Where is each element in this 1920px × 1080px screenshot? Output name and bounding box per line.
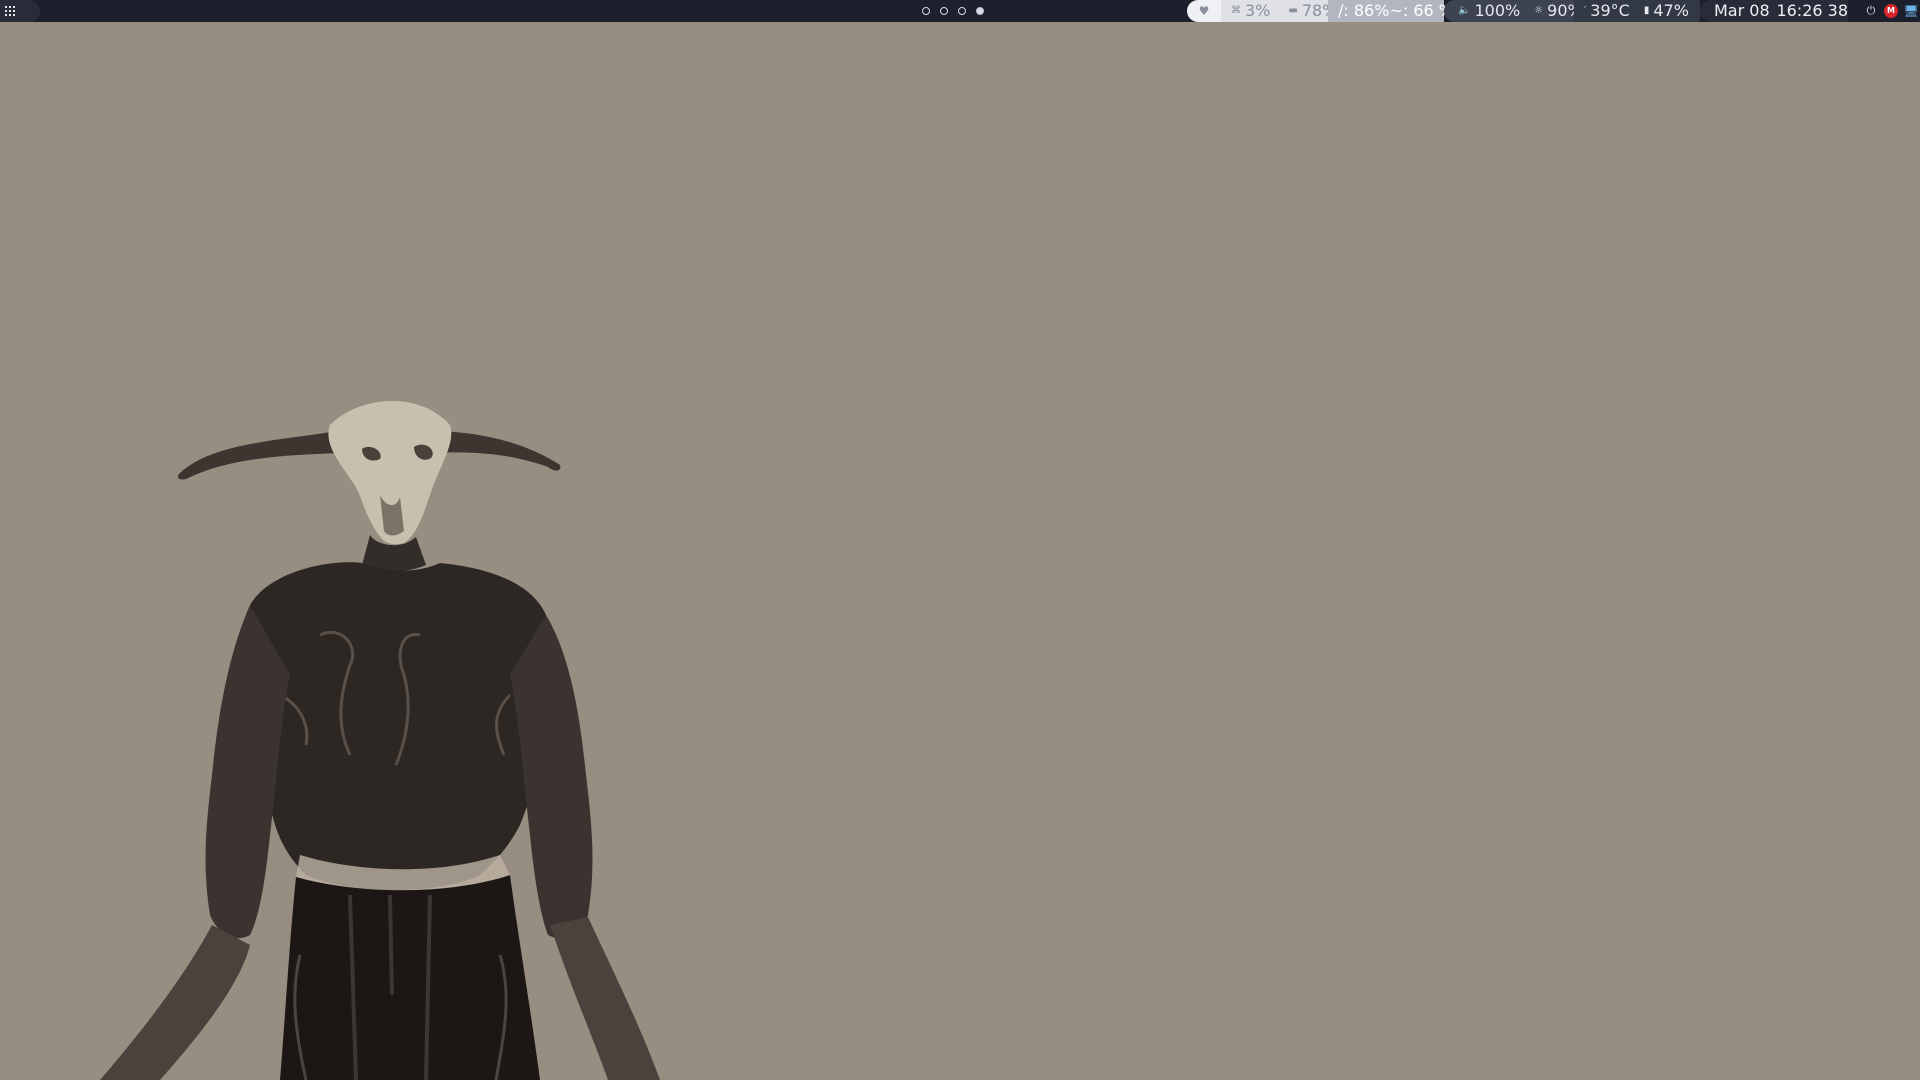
heart-icon: ♥ — [1198, 4, 1210, 18]
left-cleaver — [100, 925, 250, 1080]
battery-indicator: ▮ 47% — [1644, 0, 1689, 22]
workspace-1-button[interactable] — [922, 7, 930, 15]
app-launcher-button[interactable] — [0, 0, 40, 22]
workspace-switcher — [922, 0, 984, 22]
temperature-battery-widget[interactable]: ′ 39°C ▮ 47% — [1574, 0, 1700, 22]
monitor-icon[interactable]: 🖥 — [1903, 4, 1918, 18]
workspace-3-button[interactable] — [958, 7, 966, 15]
cpu-memory-widget[interactable]: ⌘ 3% ▬ 78% — [1221, 0, 1337, 22]
desktop: ♥ ⌘3% ▬78% /: 86% ~: 66 % 🔈100% ☼90% — [0, 0, 1920, 1080]
cpu-icon: ⌘ — [1231, 5, 1241, 17]
battery-icon: ▮ — [1643, 5, 1650, 17]
disk-usage-widget[interactable]: /: 86% ~: 66 % — [1328, 0, 1454, 22]
cpu-indicator: ⌘ 3% — [1231, 0, 1270, 22]
clock-widget[interactable]: Mar 08 16:26 38 — [1700, 0, 1848, 22]
wallpaper-illustration — [100, 400, 660, 1080]
brightness-icon: ☼ — [1534, 5, 1544, 17]
top-panel: ♥ ⌘3% ▬78% /: 86% ~: 66 % 🔈100% ☼90% — [0, 0, 1920, 22]
app-grid-icon — [5, 6, 15, 16]
system-monitor-toggle[interactable]: ♥ — [1187, 0, 1221, 22]
workspace-2-button[interactable] — [940, 7, 948, 15]
clock-date: Mar 08 — [1714, 1, 1770, 20]
thermometer-icon: ′ — [1584, 5, 1587, 17]
torso — [244, 562, 554, 890]
speaker-icon: 🔈 — [1458, 5, 1471, 17]
workspace-4-button[interactable] — [976, 7, 984, 15]
clock-time: 16:26 38 — [1776, 1, 1848, 20]
power-icon[interactable]: ⏻ — [1864, 4, 1878, 18]
temperature-indicator: ′ 39°C — [1584, 0, 1630, 22]
system-tray: ⏻ M 🖥 — [1848, 0, 1920, 22]
volume-indicator[interactable]: 🔈 100% — [1458, 0, 1520, 22]
disk-root-usage: /: 86% — [1338, 1, 1390, 20]
audio-brightness-widget[interactable]: 🔈 100% ☼ 90% — [1444, 0, 1583, 22]
memory-icon: ▬ — [1288, 5, 1298, 17]
right-cleaver — [550, 917, 660, 1080]
mail-icon[interactable]: M — [1884, 4, 1898, 18]
